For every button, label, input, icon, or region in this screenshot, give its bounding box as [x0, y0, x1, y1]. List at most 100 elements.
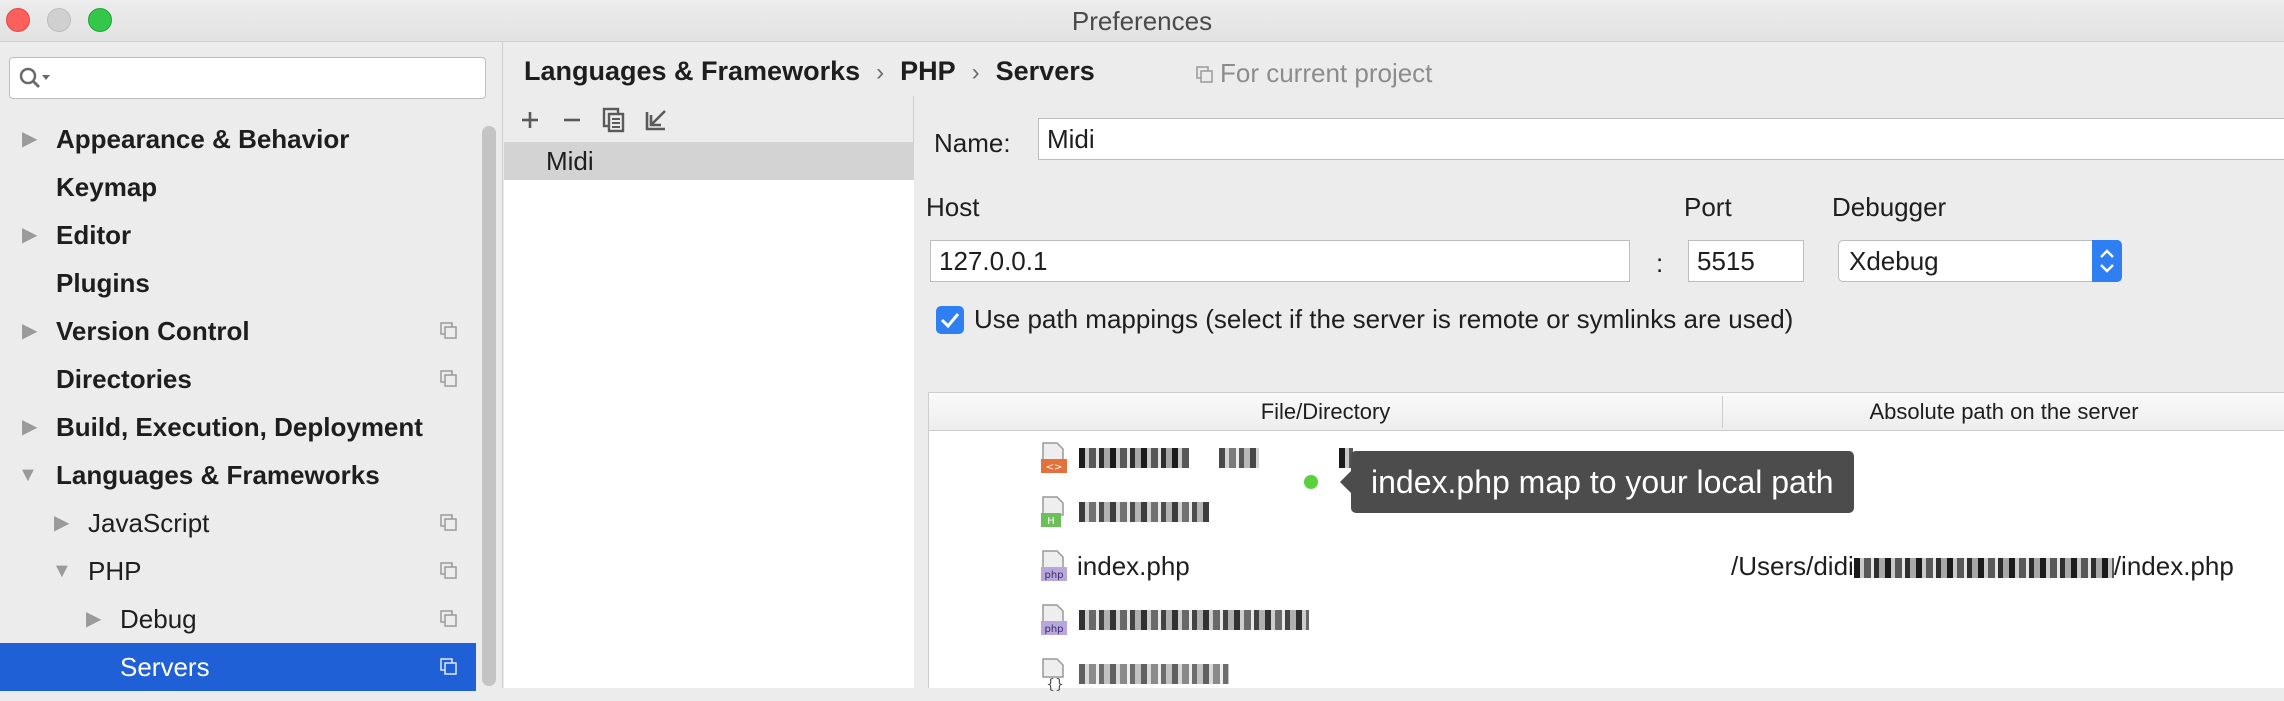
php-file-icon: php	[1041, 550, 1067, 581]
sidebar-item-version-control[interactable]: ▶ Version Control	[0, 307, 476, 355]
debugger-select[interactable]: Xdebug	[1838, 240, 2122, 282]
host-port-separator: :	[1656, 248, 1664, 278]
title-bar: Preferences	[0, 0, 2284, 42]
table-row[interactable]: php	[929, 593, 2284, 647]
sidebar-item-debug[interactable]: ▶ Debug	[0, 595, 476, 643]
svg-text:{}: {}	[1046, 677, 1064, 693]
port-label: Port	[1684, 192, 1732, 222]
project-scope-icon	[440, 562, 457, 579]
table-row[interactable]: php index.php /Users/didi/index.php	[929, 539, 2284, 593]
sidebar-item-label: Debug	[120, 604, 197, 634]
redacted-filename	[1219, 448, 1259, 468]
sidebar-item-languages-frameworks[interactable]: ▼ Languages & Frameworks	[0, 451, 476, 499]
table-header: File/Directory Absolute path on the serv…	[929, 393, 2284, 431]
path-mappings-table: File/Directory Absolute path on the serv…	[928, 392, 2284, 693]
window-title: Preferences	[1071, 6, 1213, 36]
sidebar-item-label: Appearance & Behavior	[56, 124, 350, 154]
sidebar-item-label: PHP	[88, 556, 142, 586]
breadcrumb-separator: ›	[971, 59, 980, 86]
search-icon	[19, 67, 50, 88]
sidebar-item-php[interactable]: ▼ PHP	[0, 547, 476, 595]
svg-text:<>: <>	[1046, 462, 1063, 473]
sidebar-item-label: Editor	[56, 220, 132, 250]
column-header-file-directory[interactable]: File/Directory	[929, 393, 1722, 431]
search-input[interactable]	[9, 57, 486, 99]
sidebar-item-label: Directories	[56, 364, 192, 394]
sidebar-item-javascript[interactable]: ▶ JavaScript	[0, 499, 476, 547]
path-mappings-checkbox[interactable]	[936, 306, 964, 334]
host-field[interactable]: 127.0.0.1	[930, 240, 1630, 282]
breadcrumb-separator: ›	[876, 59, 885, 86]
sidebar-item-label: JavaScript	[88, 508, 210, 538]
svg-text:H: H	[1047, 516, 1055, 527]
html-file-icon: <>	[1041, 442, 1067, 473]
sidebar-item-servers[interactable]: Servers	[0, 643, 476, 691]
breadcrumb-php: PHP	[900, 56, 956, 86]
project-scope-icon	[440, 658, 457, 675]
mapping-file-name: index.php	[1077, 551, 1190, 581]
sidebar-item-label: Servers	[120, 652, 210, 682]
sidebar-scrollbar[interactable]	[482, 126, 496, 686]
redacted-filename	[1079, 610, 1309, 630]
server-list: Midi	[504, 142, 914, 688]
sidebar-item-build-execution-deployment[interactable]: ▶ Build, Execution, Deployment	[0, 403, 476, 451]
name-label: Name:	[934, 128, 1011, 158]
sidebar-item-editor[interactable]: ▶ Editor	[0, 211, 476, 259]
php-file-icon: php	[1041, 604, 1067, 635]
select-stepper	[2092, 240, 2122, 282]
sidebar-item-directories[interactable]: Directories	[0, 355, 476, 403]
scope-indicator: For current project	[1196, 58, 1432, 89]
remove-icon[interactable]	[556, 104, 588, 136]
svg-text:php: php	[1044, 624, 1063, 635]
chevron-up-down-icon	[2100, 249, 2114, 273]
expand-arrow-icon[interactable]: ▶	[22, 115, 37, 163]
settings-content: Languages & Frameworks › PHP › Servers For c…	[504, 42, 2284, 693]
sidebar-item-label: Plugins	[56, 268, 150, 298]
project-scope-icon	[440, 514, 457, 531]
column-header-server-path[interactable]: Absolute path on the server	[1723, 393, 2284, 431]
sidebar-item-label: Keymap	[56, 172, 158, 202]
breadcrumb: Languages & Frameworks › PHP › Servers	[524, 56, 1095, 87]
host-label: Host	[926, 192, 980, 222]
mapping-server-path[interactable]: /Users/didi/index.php	[1731, 551, 2234, 582]
redacted-filename	[1079, 448, 1189, 468]
tooltip-pointer-dot	[1304, 475, 1318, 489]
debugger-selected-value: Xdebug	[1849, 246, 1939, 276]
name-field[interactable]: Midi	[1038, 118, 2284, 160]
h-file-icon: H	[1041, 496, 1064, 527]
add-icon[interactable]	[514, 104, 546, 136]
redacted-filename	[1079, 664, 1229, 684]
settings-tree: ▶ Appearance & Behavior Keymap ▶ Editor …	[0, 115, 476, 691]
sidebar-item-appearance-behavior[interactable]: ▶ Appearance & Behavior	[0, 115, 476, 163]
project-scope-icon	[440, 370, 457, 387]
port-field[interactable]: 5515	[1688, 240, 1804, 282]
expand-arrow-icon[interactable]: ▶	[54, 499, 69, 547]
checkmark-icon	[940, 313, 960, 329]
server-list-pane: Midi	[504, 96, 914, 688]
breadcrumb-languages-frameworks: Languages & Frameworks	[524, 56, 861, 86]
project-scope-icon	[1196, 66, 1213, 83]
sidebar-item-plugins[interactable]: Plugins	[0, 259, 476, 307]
collapse-arrow-icon[interactable]: ▼	[18, 451, 38, 499]
settings-sidebar: ▶ Appearance & Behavior Keymap ▶ Editor …	[0, 42, 503, 691]
sidebar-item-label: Languages & Frameworks	[56, 460, 380, 490]
collapse-arrow-icon[interactable]: ▼	[52, 547, 72, 595]
path-mappings-label: Use path mappings (select if the server …	[974, 304, 1794, 334]
annotation-tooltip: index.php map to your local path	[1340, 451, 1854, 513]
expand-arrow-icon[interactable]: ▶	[22, 211, 37, 259]
copy-icon[interactable]	[598, 104, 630, 136]
import-icon[interactable]	[640, 104, 672, 136]
expand-arrow-icon[interactable]: ▶	[86, 595, 101, 643]
expand-arrow-icon[interactable]: ▶	[22, 403, 37, 451]
sidebar-item-label: Version Control	[56, 316, 250, 346]
sidebar-item-label: Build, Execution, Deployment	[56, 412, 423, 442]
sidebar-item-keymap[interactable]: Keymap	[0, 163, 476, 211]
server-list-item[interactable]: Midi	[504, 142, 914, 180]
server-path-suffix: /index.php	[2113, 551, 2234, 581]
breadcrumb-servers: Servers	[995, 56, 1095, 86]
table-row[interactable]: {}	[929, 647, 2284, 701]
expand-arrow-icon[interactable]: ▶	[22, 307, 37, 355]
redacted-path	[1853, 558, 2114, 579]
project-scope-icon	[440, 322, 457, 339]
debugger-label: Debugger	[1832, 192, 1947, 222]
